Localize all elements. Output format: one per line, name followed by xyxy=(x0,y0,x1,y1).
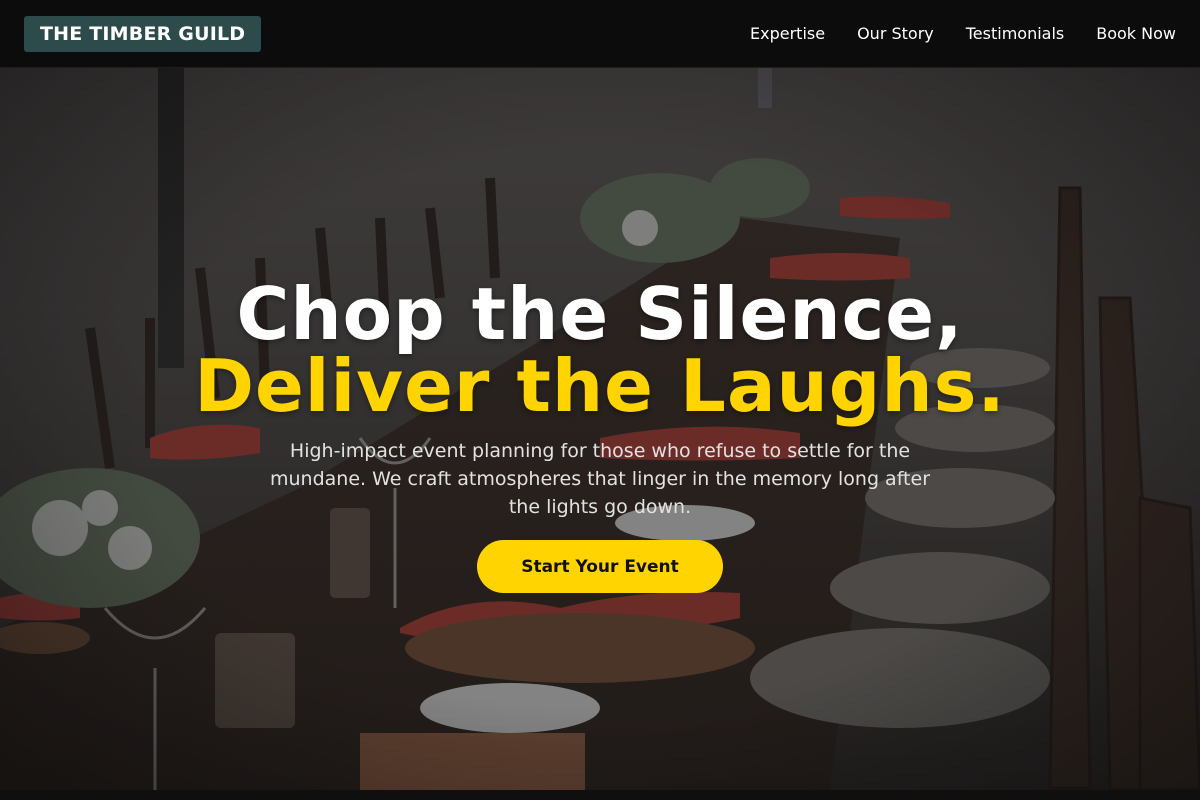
nav-link-expertise[interactable]: Expertise xyxy=(750,24,825,43)
hero-section: Chop the Silence, Deliver the Laughs. Hi… xyxy=(0,68,1200,790)
hero-headline-line-2: Deliver the Laughs. xyxy=(194,344,1006,428)
nav-link-book-now[interactable]: Book Now xyxy=(1096,24,1176,43)
nav-link-testimonials[interactable]: Testimonials xyxy=(966,24,1065,43)
nav-link-our-story[interactable]: Our Story xyxy=(857,24,934,43)
start-event-button[interactable]: Start Your Event xyxy=(477,540,723,593)
hero-headline-line-1: Chop the Silence, xyxy=(236,272,964,356)
hero-subtext: High-impact event planning for those who… xyxy=(269,440,931,518)
nav-links: Expertise Our Story Testimonials Book No… xyxy=(750,24,1176,43)
page-bottom-edge xyxy=(0,790,1200,800)
top-nav: THE TIMBER GUILD Expertise Our Story Tes… xyxy=(0,0,1200,68)
brand-logo[interactable]: THE TIMBER GUILD xyxy=(24,15,262,52)
hero-content: Chop the Silence, Deliver the Laughs. Hi… xyxy=(0,68,1200,790)
